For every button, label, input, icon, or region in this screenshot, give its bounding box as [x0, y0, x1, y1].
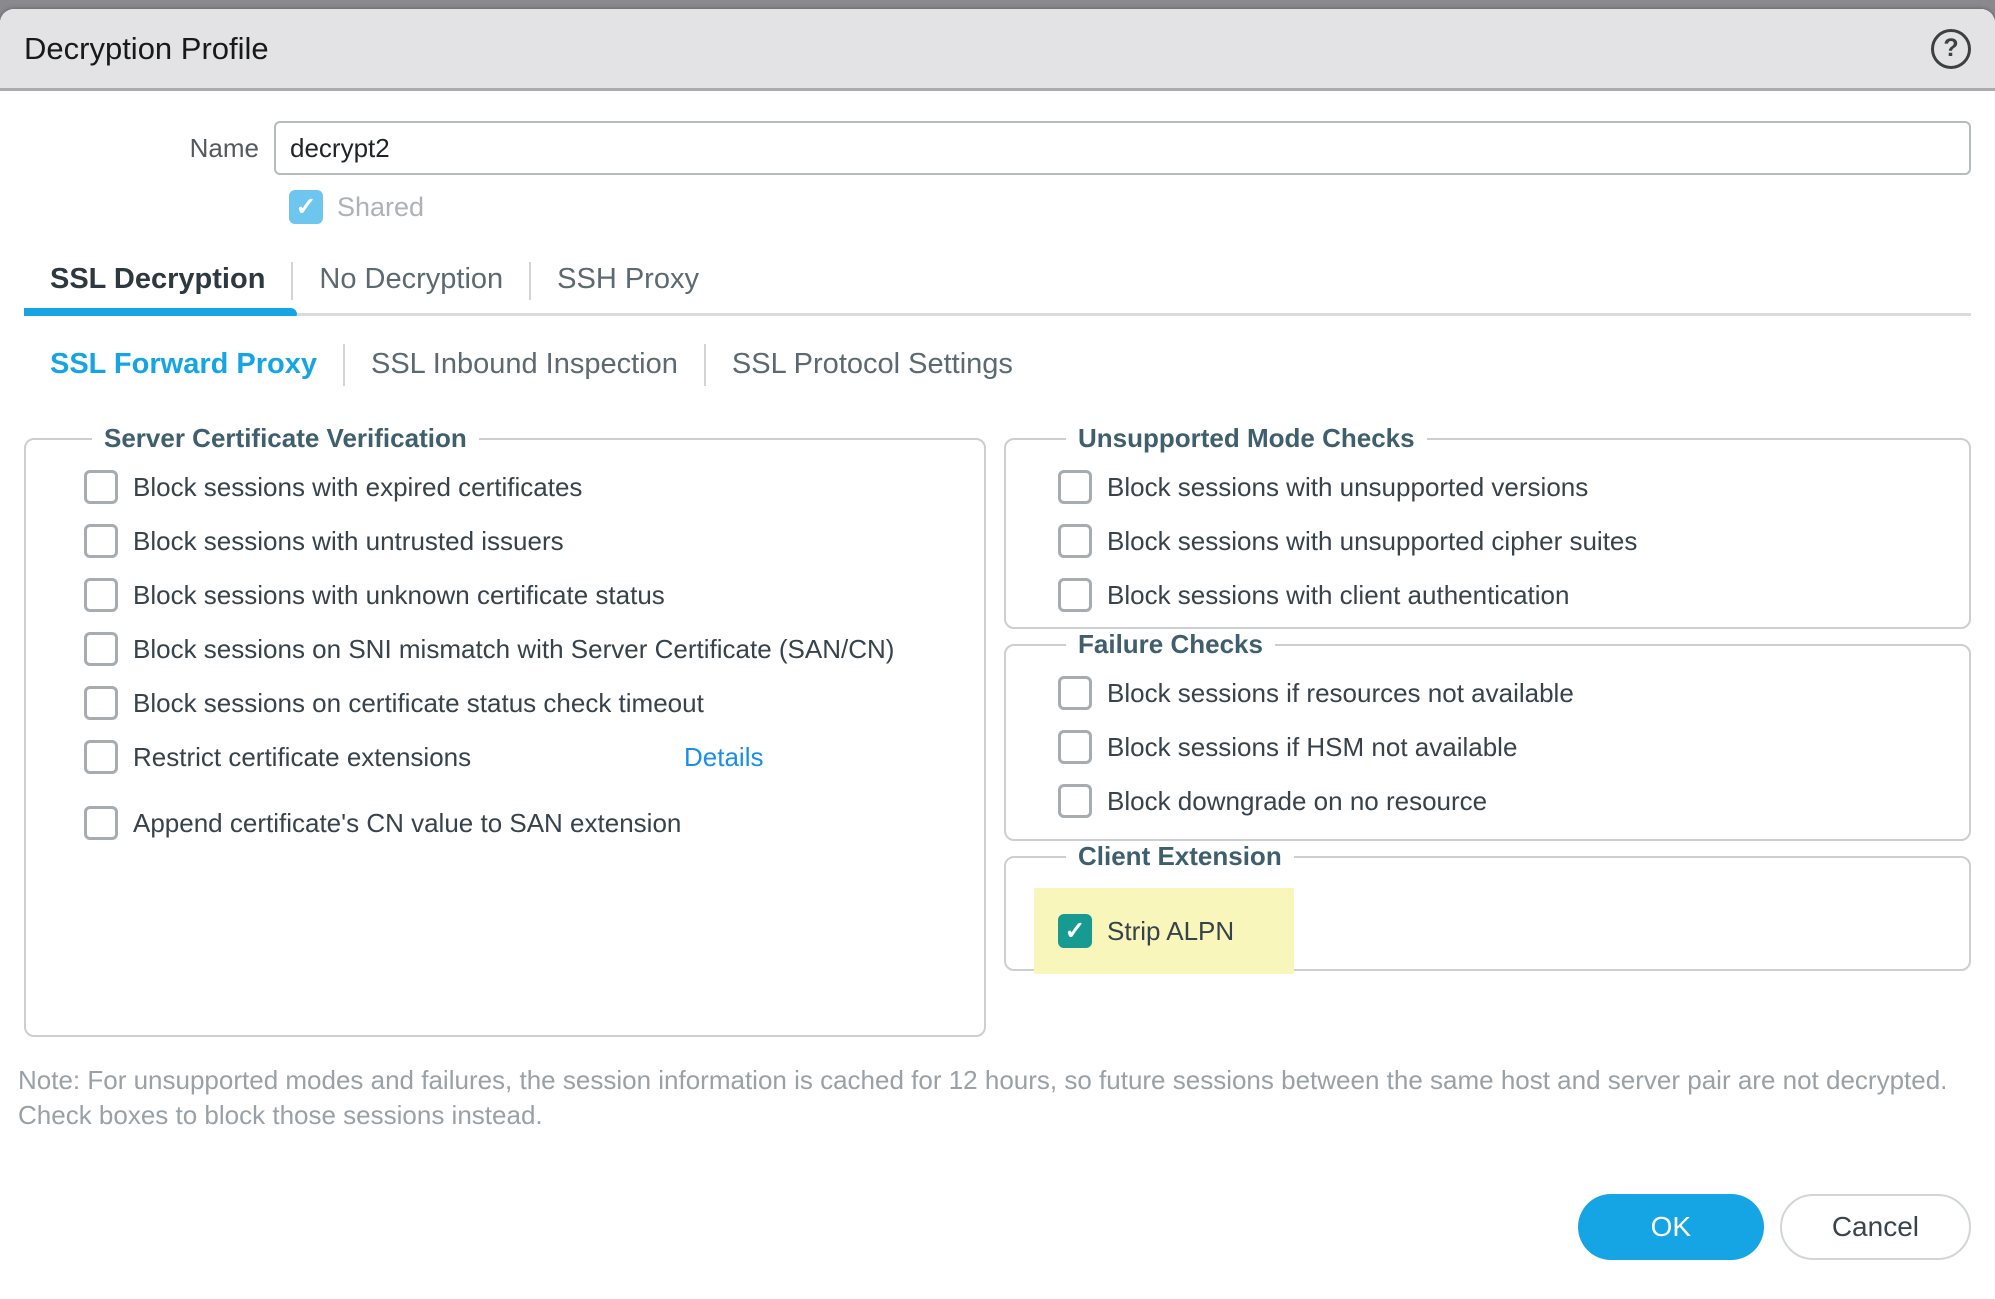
checkbox-row-restrict-certificate-extensions[interactable]: Restrict certificate extensions Details	[84, 740, 964, 774]
section-server-certificate-verification: Server Certificate Verification Block se…	[24, 423, 986, 1037]
dialog-content: Name ✓ Shared SSL Decryption No Decrypti…	[0, 121, 1995, 1260]
main-tab-bar: SSL Decryption No Decryption SSH Proxy	[24, 248, 1971, 316]
checkbox[interactable]	[84, 524, 118, 558]
checkbox[interactable]	[84, 578, 118, 612]
dialog-titlebar: Decryption Profile ?	[0, 9, 1995, 91]
shared-label: Shared	[337, 192, 424, 223]
checkbox[interactable]	[84, 632, 118, 666]
section-client-extension: Client Extension ✓ Strip ALPN	[1004, 841, 1971, 971]
settings-columns: Server Certificate Verification Block se…	[24, 423, 1971, 1037]
checkbox-row-strip-alpn[interactable]: ✓ Strip ALPN	[1058, 914, 1234, 948]
dialog-footer: OK Cancel	[24, 1194, 1971, 1260]
tab-ssl-decryption[interactable]: SSL Decryption	[24, 248, 291, 313]
name-row: Name	[24, 121, 1971, 175]
checkbox-row-block-downgrade-on-no-resource[interactable]: Block downgrade on no resource	[1058, 784, 1949, 818]
subtab-ssl-inbound-inspection[interactable]: SSL Inbound Inspection	[345, 338, 704, 391]
checkbox-row-block-expired-certificates[interactable]: Block sessions with expired certificates	[84, 470, 964, 504]
checkbox[interactable]	[84, 806, 118, 840]
help-icon[interactable]: ?	[1931, 29, 1971, 69]
checkbox-row-block-unknown-certificate-status[interactable]: Block sessions with unknown certificate …	[84, 578, 964, 612]
subtab-ssl-protocol-settings[interactable]: SSL Protocol Settings	[706, 338, 1039, 391]
checkbox[interactable]	[84, 470, 118, 504]
sub-tab-bar: SSL Forward Proxy SSL Inbound Inspection…	[24, 338, 1971, 391]
checkbox[interactable]	[1058, 676, 1092, 710]
check-icon: ✓	[296, 195, 317, 220]
section-failure-checks: Failure Checks Block sessions if resourc…	[1004, 629, 1971, 841]
strip-alpn-highlight: ✓ Strip ALPN	[1034, 888, 1294, 974]
ok-button[interactable]: OK	[1578, 1194, 1764, 1260]
screen-background: Decryption Profile ? Name ✓ Shared SSL D…	[0, 0, 1995, 1299]
check-icon: ✓	[1065, 919, 1086, 944]
checkbox[interactable]	[1058, 470, 1092, 504]
section-legend: Failure Checks	[1066, 629, 1275, 660]
tab-ssh-proxy[interactable]: SSH Proxy	[531, 248, 725, 313]
note-text: Note: For unsupported modes and failures…	[18, 1063, 1968, 1132]
checkbox-row-block-unsupported-cipher-suites[interactable]: Block sessions with unsupported cipher s…	[1058, 524, 1949, 558]
checkbox-row-block-if-hsm-not-available[interactable]: Block sessions if HSM not available	[1058, 730, 1949, 764]
subtab-ssl-forward-proxy[interactable]: SSL Forward Proxy	[24, 338, 343, 391]
decryption-profile-dialog: Decryption Profile ? Name ✓ Shared SSL D…	[0, 9, 1995, 1299]
checkbox[interactable]	[1058, 578, 1092, 612]
checkbox-row-block-client-authentication[interactable]: Block sessions with client authenticatio…	[1058, 578, 1949, 612]
checkbox[interactable]	[1058, 730, 1092, 764]
name-input[interactable]	[274, 121, 1971, 175]
name-label: Name	[24, 133, 274, 164]
right-column: Unsupported Mode Checks Block sessions w…	[1004, 423, 1971, 971]
tab-no-decryption[interactable]: No Decryption	[293, 248, 529, 313]
section-legend: Client Extension	[1066, 841, 1294, 872]
checkbox-row-block-sni-mismatch[interactable]: Block sessions on SNI mismatch with Serv…	[84, 632, 964, 666]
checkbox-row-block-status-check-timeout[interactable]: Block sessions on certificate status che…	[84, 686, 964, 720]
section-unsupported-mode-checks: Unsupported Mode Checks Block sessions w…	[1004, 423, 1971, 629]
shared-row: ✓ Shared	[289, 190, 1971, 224]
shared-checkbox[interactable]: ✓	[289, 190, 323, 224]
checkbox[interactable]	[1058, 784, 1092, 818]
section-legend: Server Certificate Verification	[92, 423, 479, 454]
checkbox-row-block-unsupported-versions[interactable]: Block sessions with unsupported versions	[1058, 470, 1949, 504]
details-link[interactable]: Details	[684, 742, 763, 773]
dialog-title: Decryption Profile	[24, 31, 269, 67]
checkbox[interactable]	[84, 686, 118, 720]
strip-alpn-checkbox[interactable]: ✓	[1058, 914, 1092, 948]
question-mark-glyph: ?	[1943, 34, 1958, 63]
checkbox-row-block-if-resources-not-available[interactable]: Block sessions if resources not availabl…	[1058, 676, 1949, 710]
cancel-button[interactable]: Cancel	[1780, 1194, 1971, 1260]
checkbox-row-append-cn-to-san[interactable]: Append certificate's CN value to SAN ext…	[84, 806, 964, 840]
checkbox[interactable]	[84, 740, 118, 774]
checkbox-row-block-untrusted-issuers[interactable]: Block sessions with untrusted issuers	[84, 524, 964, 558]
checkbox[interactable]	[1058, 524, 1092, 558]
section-legend: Unsupported Mode Checks	[1066, 423, 1427, 454]
